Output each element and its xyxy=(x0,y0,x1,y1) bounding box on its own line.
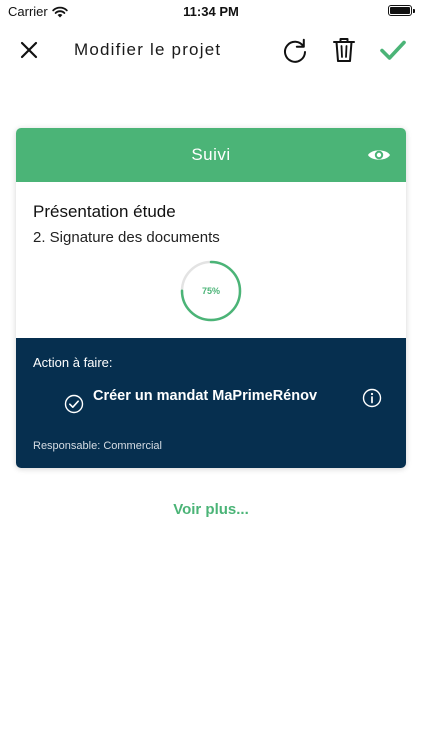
see-more-link[interactable]: Voir plus... xyxy=(0,501,422,518)
card-body: Présentation étude 2. Signature des docu… xyxy=(16,182,406,338)
tracking-card: Suivi Présentation étude 2. Signature de… xyxy=(16,128,406,468)
info-icon[interactable] xyxy=(362,388,382,408)
project-step: 2. Signature des documents xyxy=(33,229,220,246)
action-owner: Responsable: Commercial xyxy=(33,440,162,452)
delete-button[interactable] xyxy=(328,34,360,66)
action-title: Créer un mandat MaPrimeRénov xyxy=(93,388,318,404)
action-heading: Action à faire: xyxy=(33,355,113,370)
view-button[interactable] xyxy=(366,142,392,168)
status-time: 11:34 PM xyxy=(183,4,239,19)
close-button[interactable] xyxy=(13,34,45,66)
refresh-button[interactable] xyxy=(279,34,311,66)
refresh-icon xyxy=(284,38,306,63)
page-title: Modifier le projet xyxy=(74,40,222,59)
validate-button[interactable] xyxy=(377,34,409,66)
checkmark-icon xyxy=(380,40,406,60)
screen: Carrier 11:34 PM Modifier le projet Suiv… xyxy=(0,0,422,750)
battery-level xyxy=(390,7,410,14)
progress-label: 75% xyxy=(201,286,220,296)
card-header: Suivi xyxy=(16,128,406,182)
nav-header: Modifier le projet xyxy=(0,30,422,70)
check-circle-icon xyxy=(64,394,84,414)
card-header-title: Suivi xyxy=(191,145,231,164)
project-stage-title: Présentation étude xyxy=(33,202,176,221)
action-panel: Action à faire: Créer un mandat MaPrimeR… xyxy=(16,338,406,468)
battery-icon xyxy=(388,5,415,16)
close-icon xyxy=(20,41,38,59)
trash-icon xyxy=(333,38,355,62)
eye-icon xyxy=(368,150,390,160)
status-bar: Carrier 11:34 PM xyxy=(0,0,422,22)
progress-ring: 75% xyxy=(179,259,243,323)
